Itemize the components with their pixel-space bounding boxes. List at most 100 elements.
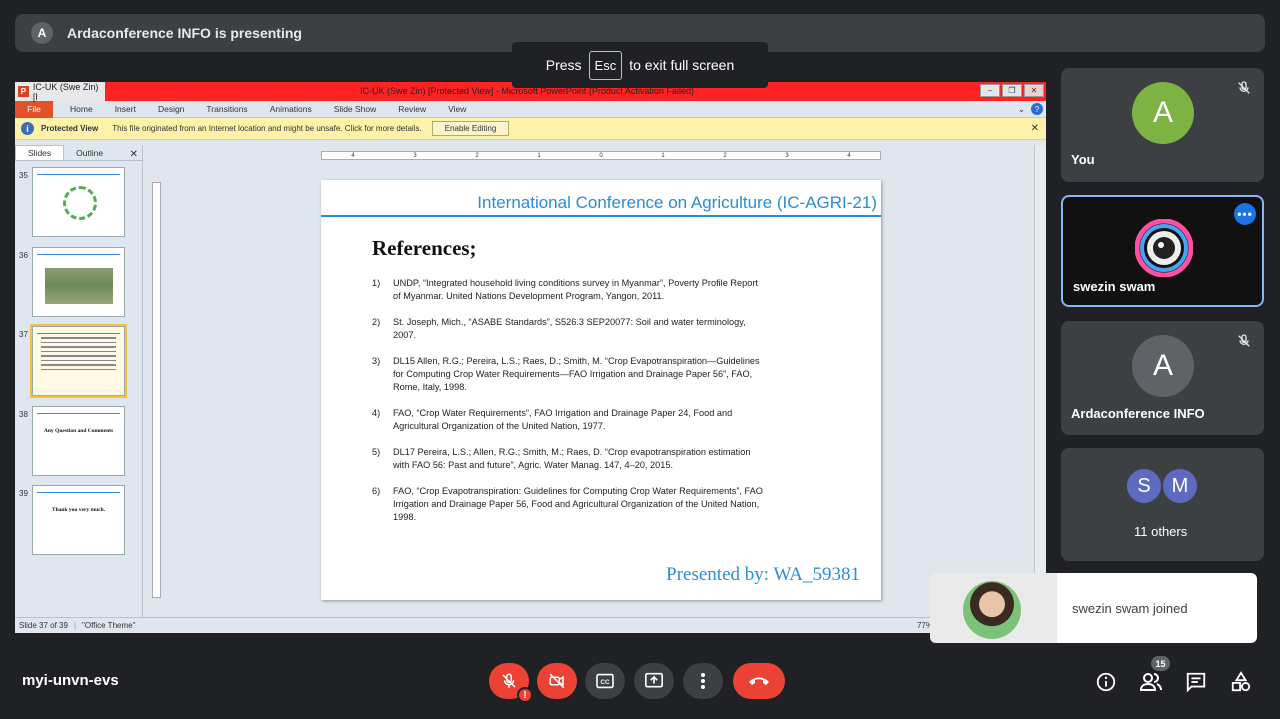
enable-editing-button[interactable]: Enable Editing	[431, 121, 510, 136]
leave-call-button[interactable]	[733, 663, 785, 699]
meeting-info-button[interactable]	[1094, 670, 1118, 694]
header-divider	[321, 215, 881, 217]
fullscreen-hint: Press Esc to exit full screen	[512, 42, 768, 88]
slide-header: International Conference on Agriculture …	[477, 193, 877, 212]
ribbon-tab-file[interactable]: File	[15, 100, 53, 118]
horizontal-ruler: 432101234	[321, 151, 881, 160]
mic-toggle-button[interactable]: !	[489, 663, 533, 703]
ribbon-tab-design[interactable]: Design	[158, 104, 184, 114]
ppt-statusbar: Slide 37 of 39 | "Office Theme" 77%	[15, 617, 1046, 633]
ribbon-tab-slide-show[interactable]: Slide Show	[334, 104, 377, 114]
captions-icon: CC	[596, 673, 614, 689]
protected-view-bar: i Protected View This file originated fr…	[15, 118, 1046, 140]
ribbon-tab-home[interactable]: Home	[70, 104, 93, 114]
theme-name: "Office Theme"	[82, 621, 136, 630]
slide-number: 35	[19, 171, 28, 180]
ribbon-tab-view[interactable]: View	[448, 104, 466, 114]
participant-tile-others[interactable]: S M 11 others	[1061, 448, 1264, 561]
chat-icon	[1186, 672, 1206, 693]
presenting-text: Ardaconference INFO is presenting	[67, 25, 302, 41]
slide-number: 38	[19, 410, 28, 419]
close-icon[interactable]: ✕	[1031, 123, 1039, 134]
people-icon	[1139, 673, 1162, 691]
participant-name: Ardaconference INFO	[1071, 406, 1205, 421]
avatar: S	[1125, 467, 1163, 505]
more-options-icon[interactable]: •••	[1234, 203, 1256, 225]
present-screen-button[interactable]	[634, 663, 674, 699]
powerpoint-icon: P	[18, 86, 29, 97]
restore-icon[interactable]: ❐	[1002, 84, 1022, 97]
camera-toggle-button[interactable]	[537, 663, 577, 699]
participant-tile-you[interactable]: A You	[1061, 68, 1264, 182]
participant-name: You	[1071, 152, 1095, 167]
photo-thumbnail	[45, 268, 113, 304]
hint-text: to exit full screen	[629, 57, 735, 73]
minimize-icon[interactable]: –	[980, 84, 1000, 97]
list-item: 3) DL15 Allen, R.G.; Pereira, L.S.; Raes,…	[372, 356, 760, 392]
mic-off-icon	[1238, 81, 1250, 94]
ribbon-tab-animations[interactable]: Animations	[270, 104, 312, 114]
hint-text: Press	[545, 57, 582, 73]
list-item: 6) FAO, “Crop Evapotranspiration: Guideli…	[372, 486, 763, 522]
current-slide[interactable]: International Conference on Agriculture …	[321, 180, 881, 600]
activities-icon	[1231, 671, 1251, 692]
more-options-button[interactable]	[683, 663, 723, 699]
slide-footer: Presented by: WA_59381	[666, 564, 860, 585]
protected-view-title: Protected View	[41, 124, 99, 133]
info-icon: i	[21, 122, 34, 135]
more-vert-icon	[701, 673, 705, 689]
mic-off-icon	[1238, 334, 1250, 347]
ribbon-collapse-icon[interactable]: ⌄	[1018, 104, 1025, 115]
svg-text:CC: CC	[600, 679, 610, 686]
participant-tile-active-speaker[interactable]: ••• swezin swam	[1061, 195, 1264, 307]
list-item: 4) FAO, “Crop Water Requirements”, FAO Ir…	[372, 408, 733, 431]
avatar: M	[1161, 467, 1199, 505]
ppt-ribbon: File Home Insert Design Transitions Anim…	[15, 100, 1046, 118]
hang-up-icon	[749, 677, 769, 685]
esc-key: Esc	[588, 50, 623, 80]
ribbon-tab-insert[interactable]: Insert	[115, 104, 136, 114]
camera-off-icon	[549, 673, 565, 689]
help-icon[interactable]: ?	[1031, 103, 1043, 115]
close-icon[interactable]: ✕	[1024, 84, 1044, 97]
slide-number: 36	[19, 251, 28, 260]
protected-view-message[interactable]: This file originated from an Internet lo…	[112, 124, 422, 133]
present-icon	[645, 672, 663, 688]
captions-button[interactable]: CC	[585, 663, 625, 699]
slide-title: References;	[372, 236, 477, 260]
participant-tile-arda[interactable]: A Ardaconference INFO	[1061, 321, 1264, 435]
join-notification: swezin swam joined	[930, 573, 1257, 643]
slide-number: 39	[19, 489, 28, 498]
activities-button[interactable]	[1229, 670, 1253, 694]
vertical-ruler	[152, 182, 161, 598]
slide-number: 37	[19, 330, 28, 339]
list-item: 5) DL17 Pereira, L.S.; Allen, R.G.; Smith…	[372, 447, 751, 470]
tab-outline[interactable]: Outline	[64, 146, 115, 160]
participant-name: swezin swam	[1073, 279, 1156, 294]
ribbon-tab-review[interactable]: Review	[398, 104, 426, 114]
vertical-scrollbar[interactable]	[1034, 145, 1046, 617]
info-icon	[1096, 672, 1116, 692]
tab-slides[interactable]: Slides	[15, 145, 65, 160]
slides-panel: Slides Outline ✕ 35 36 37 38 Any Questio…	[15, 145, 143, 617]
participant-photo	[963, 581, 1021, 639]
mic-off-icon	[502, 673, 516, 688]
presenter-avatar: A	[31, 22, 53, 44]
ribbon-tab-transitions[interactable]: Transitions	[206, 104, 247, 114]
references-list: 1) UNDP, “Integrated household living con…	[372, 277, 767, 537]
shared-screen: P IC-UK (Swe Zin) [I IC-UK (Swe Zin) [Pr…	[15, 82, 1046, 633]
avatar: A	[1132, 82, 1194, 144]
cycle-diagram-icon	[63, 186, 97, 220]
close-icon[interactable]: ✕	[130, 149, 138, 160]
chat-button[interactable]	[1184, 670, 1208, 694]
list-item: 2) St. Joseph, Mich., “ASABE Standards”, …	[372, 317, 746, 340]
others-label: 11 others	[1134, 524, 1188, 539]
ppt-tab-title: IC-UK (Swe Zin) [I	[32, 82, 99, 102]
thumbnail-text: Any Question and Comments	[43, 428, 114, 434]
avatar: A	[1132, 335, 1194, 397]
people-button[interactable]	[1139, 670, 1163, 694]
join-message: swezin swam joined	[1072, 600, 1188, 616]
thumbnail-text: Thank you very much.	[51, 507, 106, 513]
list-item: 1) UNDP, “Integrated household living con…	[372, 278, 758, 301]
alert-icon: !	[517, 687, 533, 703]
